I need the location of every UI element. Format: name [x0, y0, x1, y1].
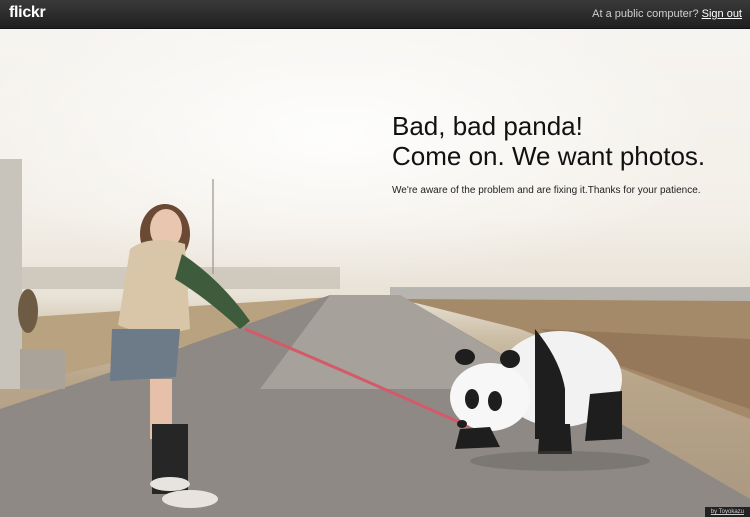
- public-computer-notice: At a public computer? Sign out: [592, 8, 742, 20]
- sign-out-link[interactable]: Sign out: [702, 8, 742, 20]
- photo-credit-link[interactable]: by Toyokazu: [704, 507, 750, 517]
- hero-photo: Bad, bad panda! Come on. We want photos.…: [0, 29, 750, 517]
- error-description: We're aware of the problem and are fixin…: [392, 185, 701, 196]
- public-computer-prompt: At a public computer?: [592, 8, 699, 20]
- flickr-logo[interactable]: flickr: [9, 4, 46, 22]
- headline-line-2: Come on. We want photos.: [392, 141, 706, 171]
- error-headline: Bad, bad panda! Come on. We want photos.: [392, 111, 705, 171]
- panda-photo-illustration: [0, 29, 750, 517]
- headline-line-1: Bad, bad panda!: [392, 111, 583, 141]
- top-bar: flickr At a public computer? Sign out: [0, 0, 750, 29]
